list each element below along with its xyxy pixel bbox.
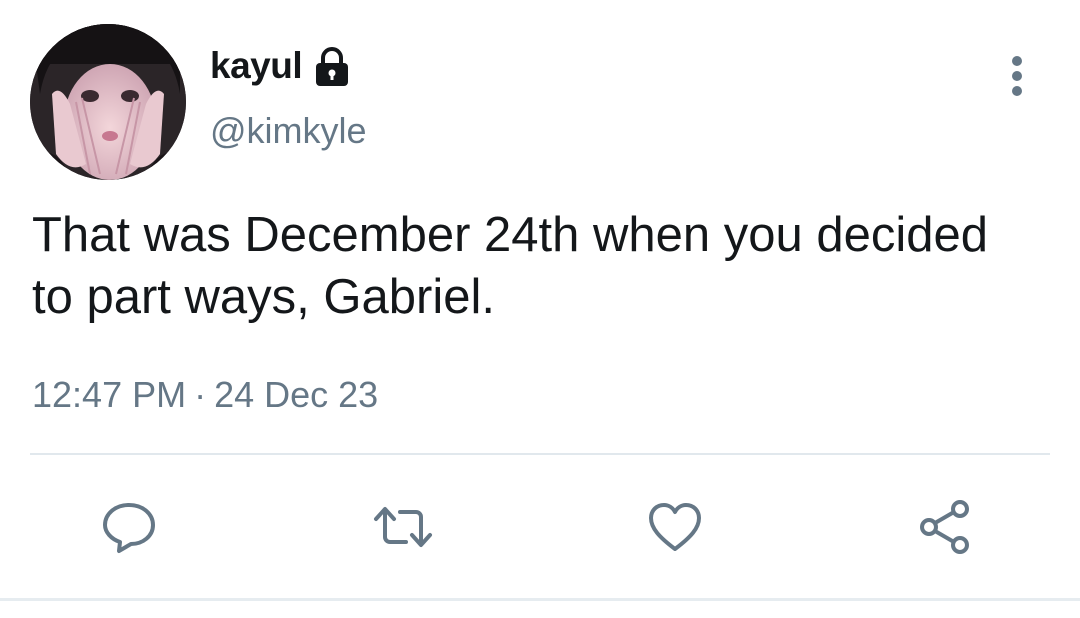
lock-icon [316,47,349,86]
action-bar [0,492,1080,562]
tweet-date: 24 Dec 23 [214,374,379,415]
bottom-divider [0,598,1080,601]
timestamp-separator: · [194,374,207,415]
display-name[interactable]: kayul [210,45,303,87]
reply-button[interactable] [94,492,164,562]
divider [30,453,1050,455]
like-button[interactable] [640,492,710,562]
tweet-text: That was December 24th when you decided … [32,208,989,324]
user-name-row: kayul [210,42,354,90]
avatar[interactable] [30,24,186,180]
heart-icon [649,503,701,551]
more-button[interactable] [1002,54,1032,98]
avatar-image [30,24,186,180]
user-handle[interactable]: @kimkyle [210,110,367,152]
retweet-icon [374,507,432,547]
tweet-card: kayul @kimkyle That was December 24th wh… [0,0,1080,618]
tweet-timestamp[interactable]: 12:47 PM · 24 Dec 23 [32,374,378,416]
share-icon [920,500,969,554]
retweet-button[interactable] [368,492,438,562]
tweet-time: 12:47 PM [32,374,187,415]
reply-icon [103,503,155,553]
share-button[interactable] [910,492,980,562]
more-vertical-icon [1012,56,1022,96]
